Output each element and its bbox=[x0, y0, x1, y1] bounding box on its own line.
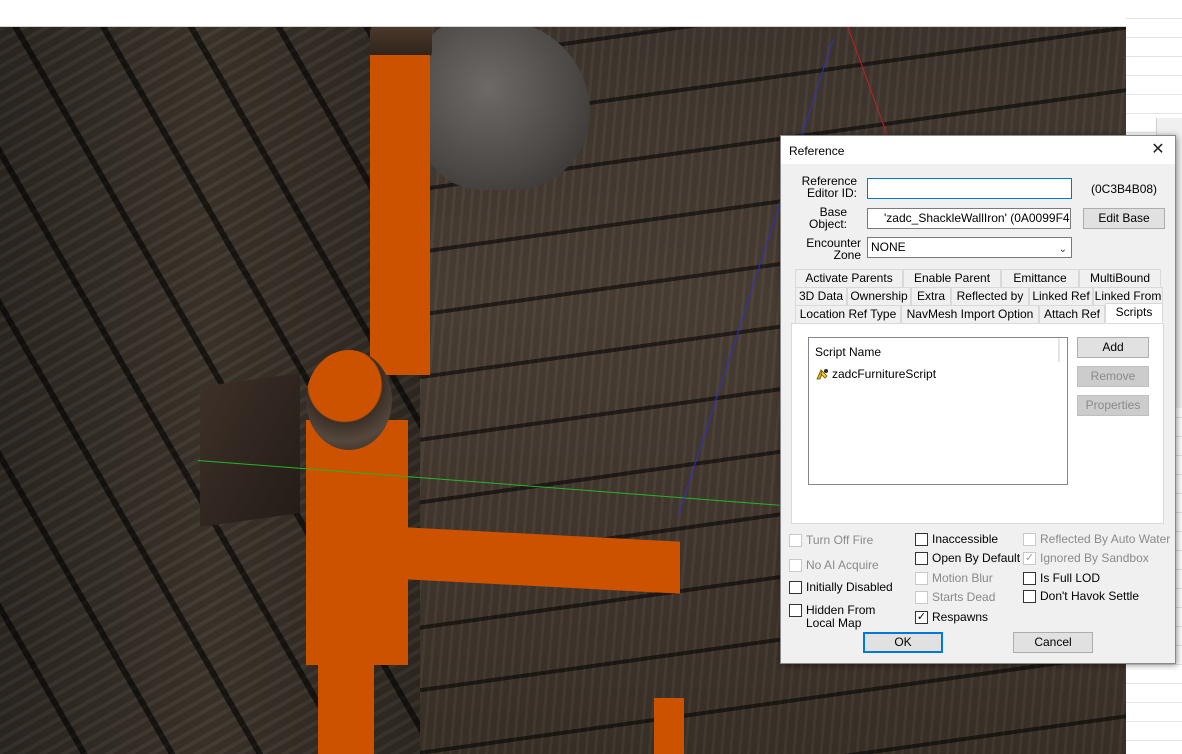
base-object-label: Base Object: bbox=[791, 206, 847, 230]
script-name-column-header[interactable]: Script Name bbox=[815, 345, 881, 359]
close-icon[interactable]: ✕ bbox=[1147, 140, 1169, 160]
checkbox-label: Initially Disabled bbox=[806, 580, 893, 594]
selected-post-lower[interactable] bbox=[306, 420, 408, 665]
dialog-titlebar[interactable]: Reference ✕ bbox=[781, 136, 1175, 164]
base-object-field: 'zadc_ShackleWallIron' (0A0099F4) bbox=[867, 208, 1071, 229]
tab-multibound[interactable]: MultiBound bbox=[1079, 269, 1161, 287]
post-cap bbox=[370, 26, 432, 58]
tab-enable-parent[interactable]: Enable Parent bbox=[903, 269, 1001, 287]
editor-id-input[interactable] bbox=[867, 178, 1072, 199]
checkmark-icon[interactable]: ✓ bbox=[1023, 552, 1036, 565]
list-item[interactable]: zadcFurnitureScript bbox=[815, 367, 936, 383]
add-script-button[interactable]: Add bbox=[1077, 337, 1149, 358]
checkbox-label: Respawns bbox=[932, 610, 989, 624]
checkbox-box[interactable] bbox=[915, 591, 928, 604]
z-axis-line bbox=[847, 26, 890, 140]
encounter-zone-value: NONE bbox=[871, 240, 906, 254]
checkbox-label: Turn Off Fire bbox=[806, 533, 874, 547]
chevron-down-icon: ⌄ bbox=[1058, 244, 1067, 255]
checkbox-label: Hidden From Local Map bbox=[806, 604, 875, 630]
rock bbox=[420, 20, 590, 190]
properties-button[interactable]: Properties bbox=[1077, 395, 1149, 416]
column-separator bbox=[1059, 338, 1060, 362]
tab-scripts[interactable]: Scripts bbox=[1105, 303, 1163, 323]
selected-arm[interactable] bbox=[400, 527, 680, 594]
checkbox-box[interactable] bbox=[789, 559, 802, 572]
tab-reflected-by[interactable]: Reflected by bbox=[951, 287, 1029, 305]
checkbox-label: Ignored By Sandbox bbox=[1040, 551, 1149, 565]
checkbox-box[interactable] bbox=[915, 533, 928, 546]
tab-ownership[interactable]: Ownership bbox=[847, 287, 911, 305]
wood-bracket bbox=[200, 372, 300, 528]
scripts-tab-panel: Script Name zadcFurnitureScript Add Remo… bbox=[791, 323, 1164, 524]
checkbox-label: No AI Acquire bbox=[806, 558, 879, 572]
selected-foot[interactable] bbox=[654, 698, 684, 754]
checkbox-label: Starts Dead bbox=[932, 590, 996, 604]
checkbox-box[interactable] bbox=[915, 552, 928, 565]
checkbox-label-line2: Local Map bbox=[806, 616, 862, 630]
remove-script-button[interactable]: Remove bbox=[1077, 366, 1149, 387]
tab-3d-data[interactable]: 3D Data bbox=[795, 287, 847, 305]
tab-emittance[interactable]: Emittance bbox=[1001, 269, 1079, 287]
editor-id-label-line2: Editor ID: bbox=[806, 186, 857, 200]
checkbox-box[interactable] bbox=[1023, 590, 1036, 603]
cancel-button[interactable]: Cancel bbox=[1013, 632, 1093, 653]
tab-attach-ref[interactable]: Attach Ref bbox=[1039, 305, 1105, 323]
checkbox-box[interactable] bbox=[1023, 572, 1036, 585]
checkbox-box[interactable] bbox=[789, 534, 802, 547]
checkbox-label: Reflected By Auto Water bbox=[1040, 532, 1171, 546]
selected-post-base[interactable] bbox=[318, 660, 374, 754]
script-icon bbox=[816, 369, 828, 380]
checkmark-icon[interactable]: ✓ bbox=[915, 611, 928, 624]
script-item-name: zadcFurnitureScript bbox=[832, 367, 937, 381]
checkbox-label: Open By Default bbox=[932, 551, 1021, 565]
tab-extra[interactable]: Extra bbox=[911, 287, 951, 305]
shackle-ring[interactable] bbox=[306, 350, 392, 450]
script-list[interactable]: Script Name zadcFurnitureScript bbox=[808, 337, 1068, 485]
ok-button[interactable]: OK bbox=[863, 632, 943, 653]
tab-navmesh-import-option[interactable]: NavMesh Import Option bbox=[901, 305, 1039, 323]
checkbox-box[interactable] bbox=[789, 581, 802, 594]
base-object-label-line2: Object: bbox=[808, 217, 847, 231]
checkbox-box[interactable] bbox=[1023, 533, 1036, 546]
checkbox-box[interactable] bbox=[789, 604, 802, 617]
encounter-zone-select[interactable]: NONE ⌄ bbox=[867, 237, 1072, 258]
tab-linked-ref[interactable]: Linked Ref bbox=[1029, 287, 1093, 305]
checkbox-label: Don't Havok Settle bbox=[1040, 589, 1140, 603]
checkbox-label: Is Full LOD bbox=[1040, 571, 1101, 585]
reference-dialog: Reference ✕ Reference Editor ID: (0C3B4B… bbox=[780, 135, 1176, 664]
checkbox-box[interactable] bbox=[915, 572, 928, 585]
dialog-title: Reference bbox=[789, 144, 845, 158]
checkbox-label: Inaccessible bbox=[932, 532, 999, 546]
tab-activate-parents[interactable]: Activate Parents bbox=[795, 269, 903, 287]
edit-base-button[interactable]: Edit Base bbox=[1083, 208, 1165, 229]
tab-location-ref-type[interactable]: Location Ref Type bbox=[795, 305, 901, 323]
encounter-zone-label-line2: Zone bbox=[833, 248, 861, 262]
form-id-label: (0C3B4B08) bbox=[1091, 182, 1158, 196]
checkbox-label: Motion Blur bbox=[932, 571, 993, 585]
script-list-header[interactable]: Script Name bbox=[809, 338, 1059, 362]
toolbar-area bbox=[0, 0, 1126, 27]
encounter-zone-label: Encounter Zone bbox=[791, 237, 861, 261]
selected-post-upper[interactable] bbox=[370, 55, 430, 375]
editor-id-label: Reference Editor ID: bbox=[791, 175, 857, 199]
